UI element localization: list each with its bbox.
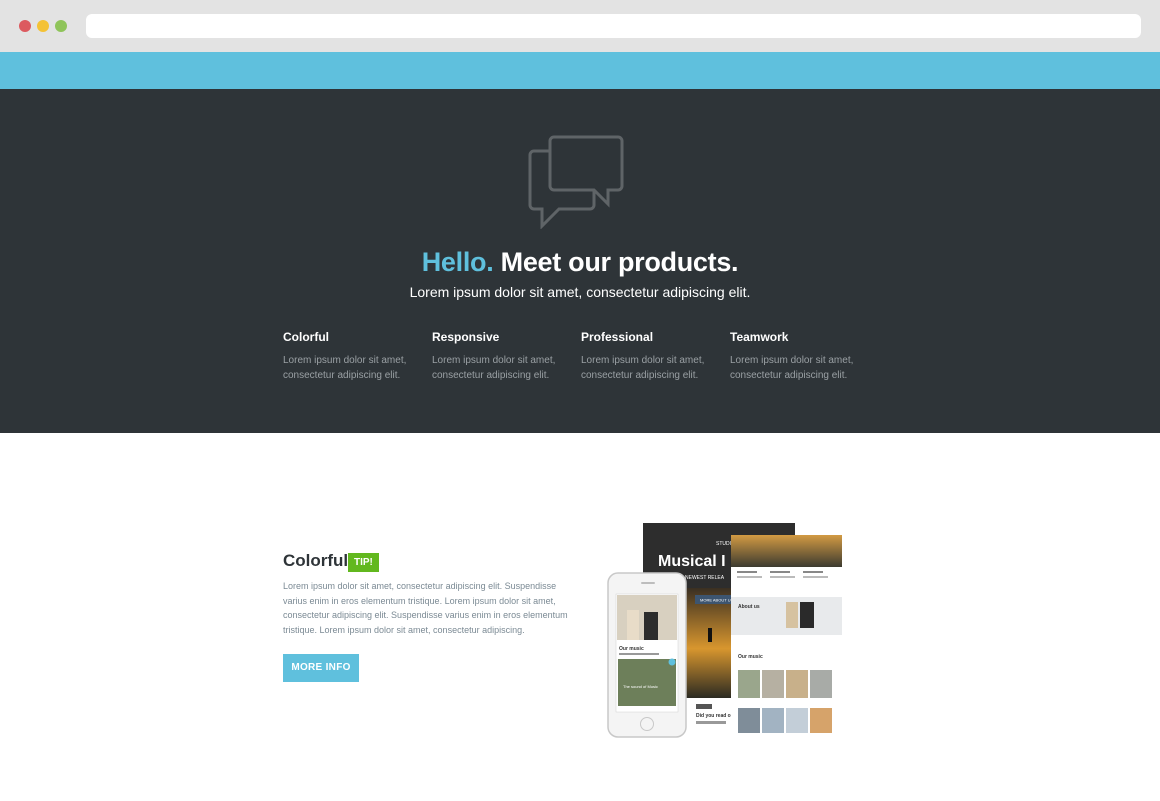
product-description: Lorem ipsum dolor sit amet, consectetur … <box>283 581 568 635</box>
close-window-dot[interactable] <box>19 20 31 32</box>
hero-section: Hello. Meet our products. Lorem ipsum do… <box>0 89 1160 433</box>
feature-responsive: Responsive Lorem ipsum dolor sit amet, c… <box>432 330 572 383</box>
top-navigation-bar <box>0 52 1160 89</box>
mockup-music-label: Our music <box>738 654 763 660</box>
feature-title: Professional <box>581 330 654 344</box>
hero-title: Hello. Meet our products. <box>0 247 1160 278</box>
feature-text: Lorem ipsum dolor sit amet, consectetur … <box>730 355 854 381</box>
feature-text: Lorem ipsum dolor sit amet, consectetur … <box>283 355 407 381</box>
hero-title-accent: Hello. <box>421 247 494 277</box>
feature-text: Lorem ipsum dolor sit amet, consectetur … <box>432 355 556 381</box>
mockup-about-label: About us <box>738 604 760 610</box>
mockup-tagline: R NEWEST RELEA <box>680 575 725 581</box>
hero-subtitle: Lorem ipsum dolor sit amet, consectetur … <box>409 284 751 300</box>
feature-title: Teamwork <box>730 330 789 344</box>
right-page-mockup: About us Our music <box>731 535 842 733</box>
feature-professional: Professional Lorem ipsum dolor sit amet,… <box>581 330 721 383</box>
mockup-cta: MORE ABOUT US <box>700 598 734 603</box>
maximize-window-dot[interactable] <box>55 20 67 32</box>
product-section: Colorful TIP! Lorem ipsum dolor sit amet… <box>0 433 1160 801</box>
phone-music-label: Our music <box>619 646 644 652</box>
mockup-read-label: Did you read o <box>696 713 731 719</box>
chat-bubbles-icon <box>528 135 624 229</box>
device-mockup-image: STUDIO Musical I R NEWEST RELEA MORE ABO… <box>607 523 842 738</box>
product-title: Colorful <box>283 551 349 570</box>
tip-badge: TIP! <box>348 553 379 572</box>
feature-title: Responsive <box>432 330 500 344</box>
feature-text: Lorem ipsum dolor sit amet, consectetur … <box>581 355 705 381</box>
address-bar[interactable] <box>86 14 1141 38</box>
feature-title: Colorful <box>283 330 329 344</box>
feature-teamwork: Teamwork Lorem ipsum dolor sit amet, con… <box>730 330 870 383</box>
mockup-headline: Musical I <box>658 553 726 570</box>
more-info-button[interactable]: MORE INFO <box>283 654 359 682</box>
phone-mockup: Our music The sound of Music <box>607 572 687 738</box>
feature-colorful: Colorful Lorem ipsum dolor sit amet, con… <box>283 330 423 383</box>
minimize-window-dot[interactable] <box>37 20 49 32</box>
browser-chrome <box>0 0 1160 52</box>
phone-caption: The sound of Music <box>623 684 658 689</box>
hero-title-rest: Meet our products. <box>493 247 739 277</box>
